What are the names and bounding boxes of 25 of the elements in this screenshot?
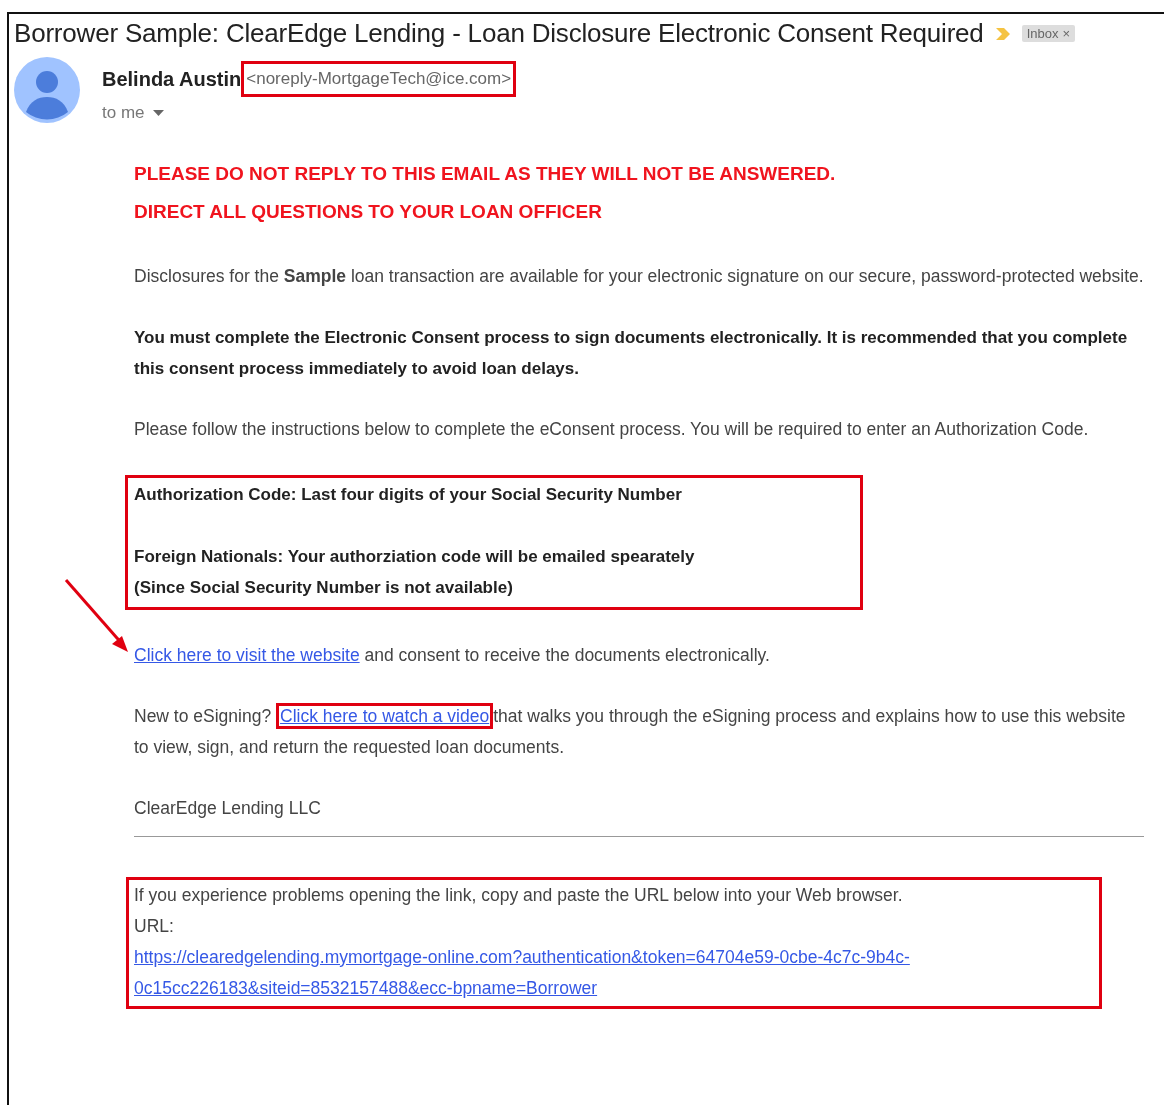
importance-marker-icon [995,27,1010,40]
remove-label-icon[interactable]: × [1062,26,1071,41]
email-subject: Borrower Sample: ClearEdge Lending - Loan Disclosure Electronic Consent Required [14,18,984,49]
message-paragraph: Disclosures for the Sample loan transaction are available for your electronic signature on our secure, password-protected website. [134,265,1144,288]
warning-text: DIRECT ALL QUESTIONS TO YOUR LOAN OFFICER [134,200,603,224]
sender-name: Belinda Austin [102,67,242,91]
authorization-text: Foreign Nationals: Your authorziation code will be emailed spearately [134,546,696,568]
authorization-text: Authorization Code: Last four digits of your Social Security Number [134,484,683,506]
help-text: If you experience problems opening the link, copy and paste the URL below into your Web browser. [134,884,904,907]
signature-text: ClearEdge Lending LLC [134,797,322,820]
warning-text: PLEASE DO NOT REPLY TO THIS EMAIL AS THEY WILL NOT BE ANSWERED. [134,162,837,186]
website-instruction: Click here to visit the website and consent to receive the documents electronically. [134,640,1144,671]
message-paragraph: You must complete the Electronic Consent process to sign documents electronically. It is recommended that you complete this consent process immediately to avoid loan delays. [134,327,1129,380]
message-paragraph: Please follow the instructions below to complete the eConsent process. You will be required to enter an Authorization Code. [134,418,1090,441]
recipient-text: to me [102,103,145,123]
authorization-text: (Since Social Security Number is not available) [134,577,514,599]
inbox-label[interactable]: Inbox × [1021,25,1076,42]
sender-address: <noreply-MortgageTech@ice.com> [241,61,517,97]
visit-website-link[interactable]: Click here to visit the website [134,645,360,665]
consent-url-link[interactable]: https://clearedgelending.mymortgage-online.com?authentication&token=64704e59-0cbe-4c7c-9b4c-0c15cc226183&siteid=8532157488&ecc-bpname=Borrower [134,942,1074,1004]
dropdown-caret-icon[interactable] [152,110,164,116]
url-label: URL: [134,915,175,938]
video-instruction: New to eSigning? Click here to watch a video that walks you through the eSigning process and explains how to use this website to view, sign, and return the requested loan documents. [134,701,1144,763]
avatar-icon [14,57,80,123]
watch-video-link[interactable]: Click here to watch a video [276,703,494,729]
